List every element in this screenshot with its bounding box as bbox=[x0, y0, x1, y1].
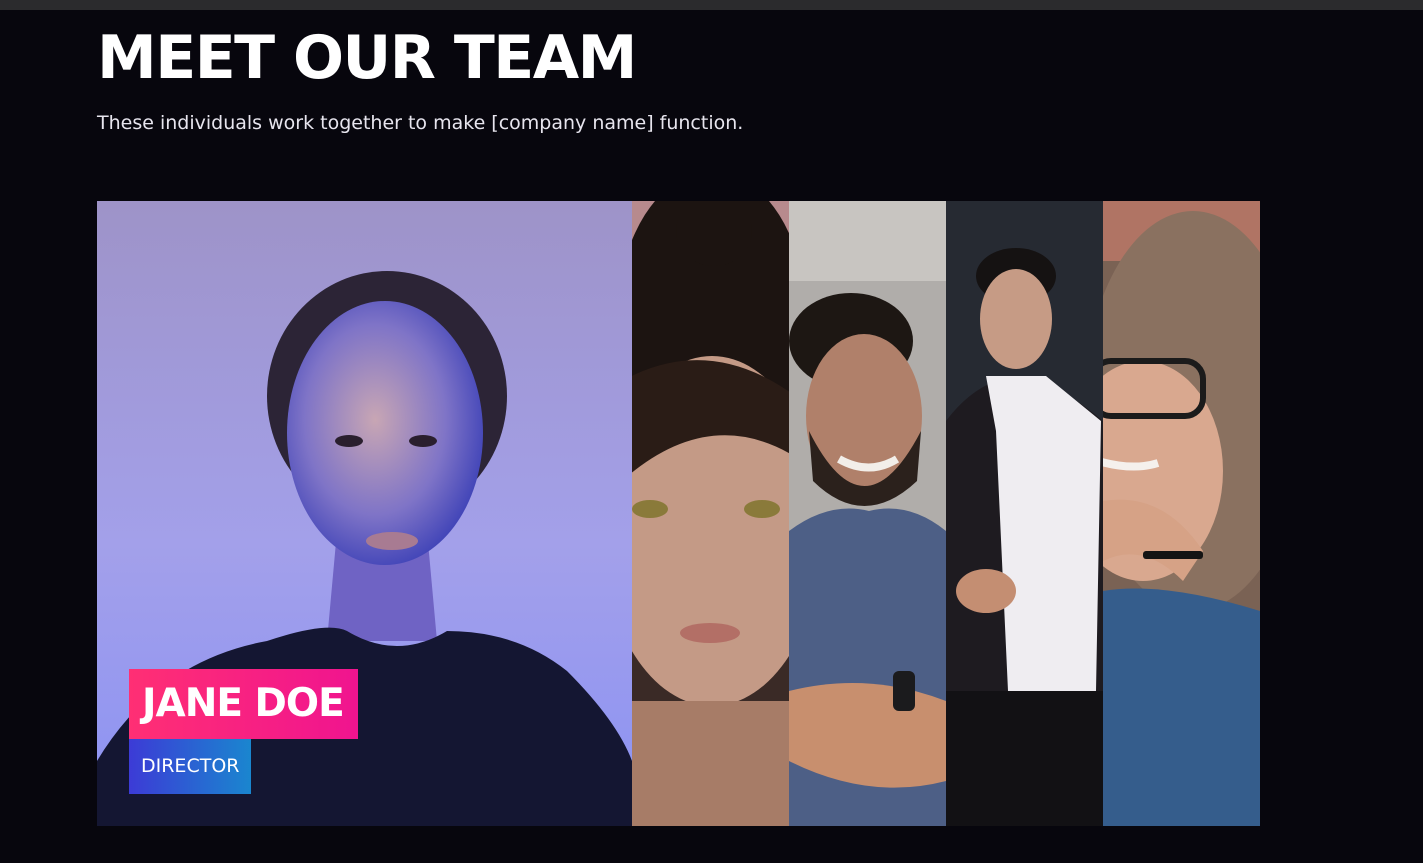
team-member-role: DIRECTOR bbox=[129, 739, 252, 794]
team-gallery: JANE DOE DIRECTOR bbox=[97, 201, 1260, 826]
section-subtitle: These individuals work together to make … bbox=[97, 112, 744, 134]
team-member-photo-5 bbox=[1103, 201, 1260, 826]
team-member-photo-3 bbox=[789, 201, 946, 826]
team-member-name: JANE DOE bbox=[129, 669, 358, 739]
team-member-photo-4 bbox=[946, 201, 1103, 826]
section-title: MEET OUR TEAM bbox=[97, 23, 637, 93]
team-member-card-2[interactable] bbox=[632, 201, 789, 826]
team-member-card-5[interactable] bbox=[1103, 201, 1260, 826]
team-member-card-featured[interactable]: JANE DOE DIRECTOR bbox=[97, 201, 632, 826]
browser-top-strip bbox=[0, 0, 1423, 10]
team-member-card-4[interactable] bbox=[946, 201, 1103, 826]
team-member-card-3[interactable] bbox=[789, 201, 946, 826]
team-member-photo-2 bbox=[632, 201, 789, 826]
